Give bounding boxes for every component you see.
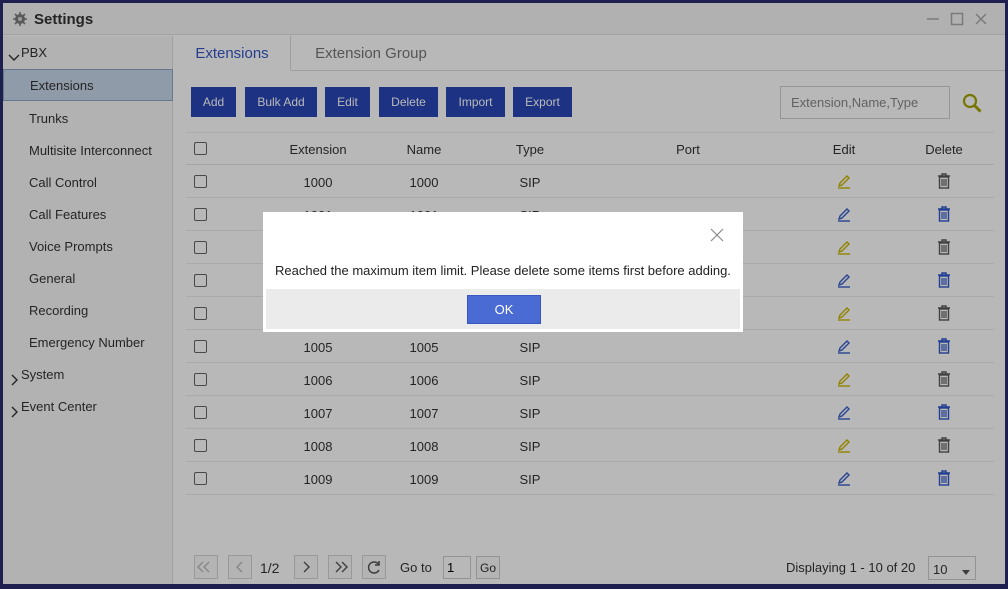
dialog-footer: OK xyxy=(266,289,740,329)
alert-dialog: Reached the maximum item limit. Please d… xyxy=(263,212,743,332)
dialog-message: Reached the maximum item limit. Please d… xyxy=(275,263,731,278)
close-icon[interactable] xyxy=(710,228,724,242)
ok-button[interactable]: OK xyxy=(467,295,541,324)
